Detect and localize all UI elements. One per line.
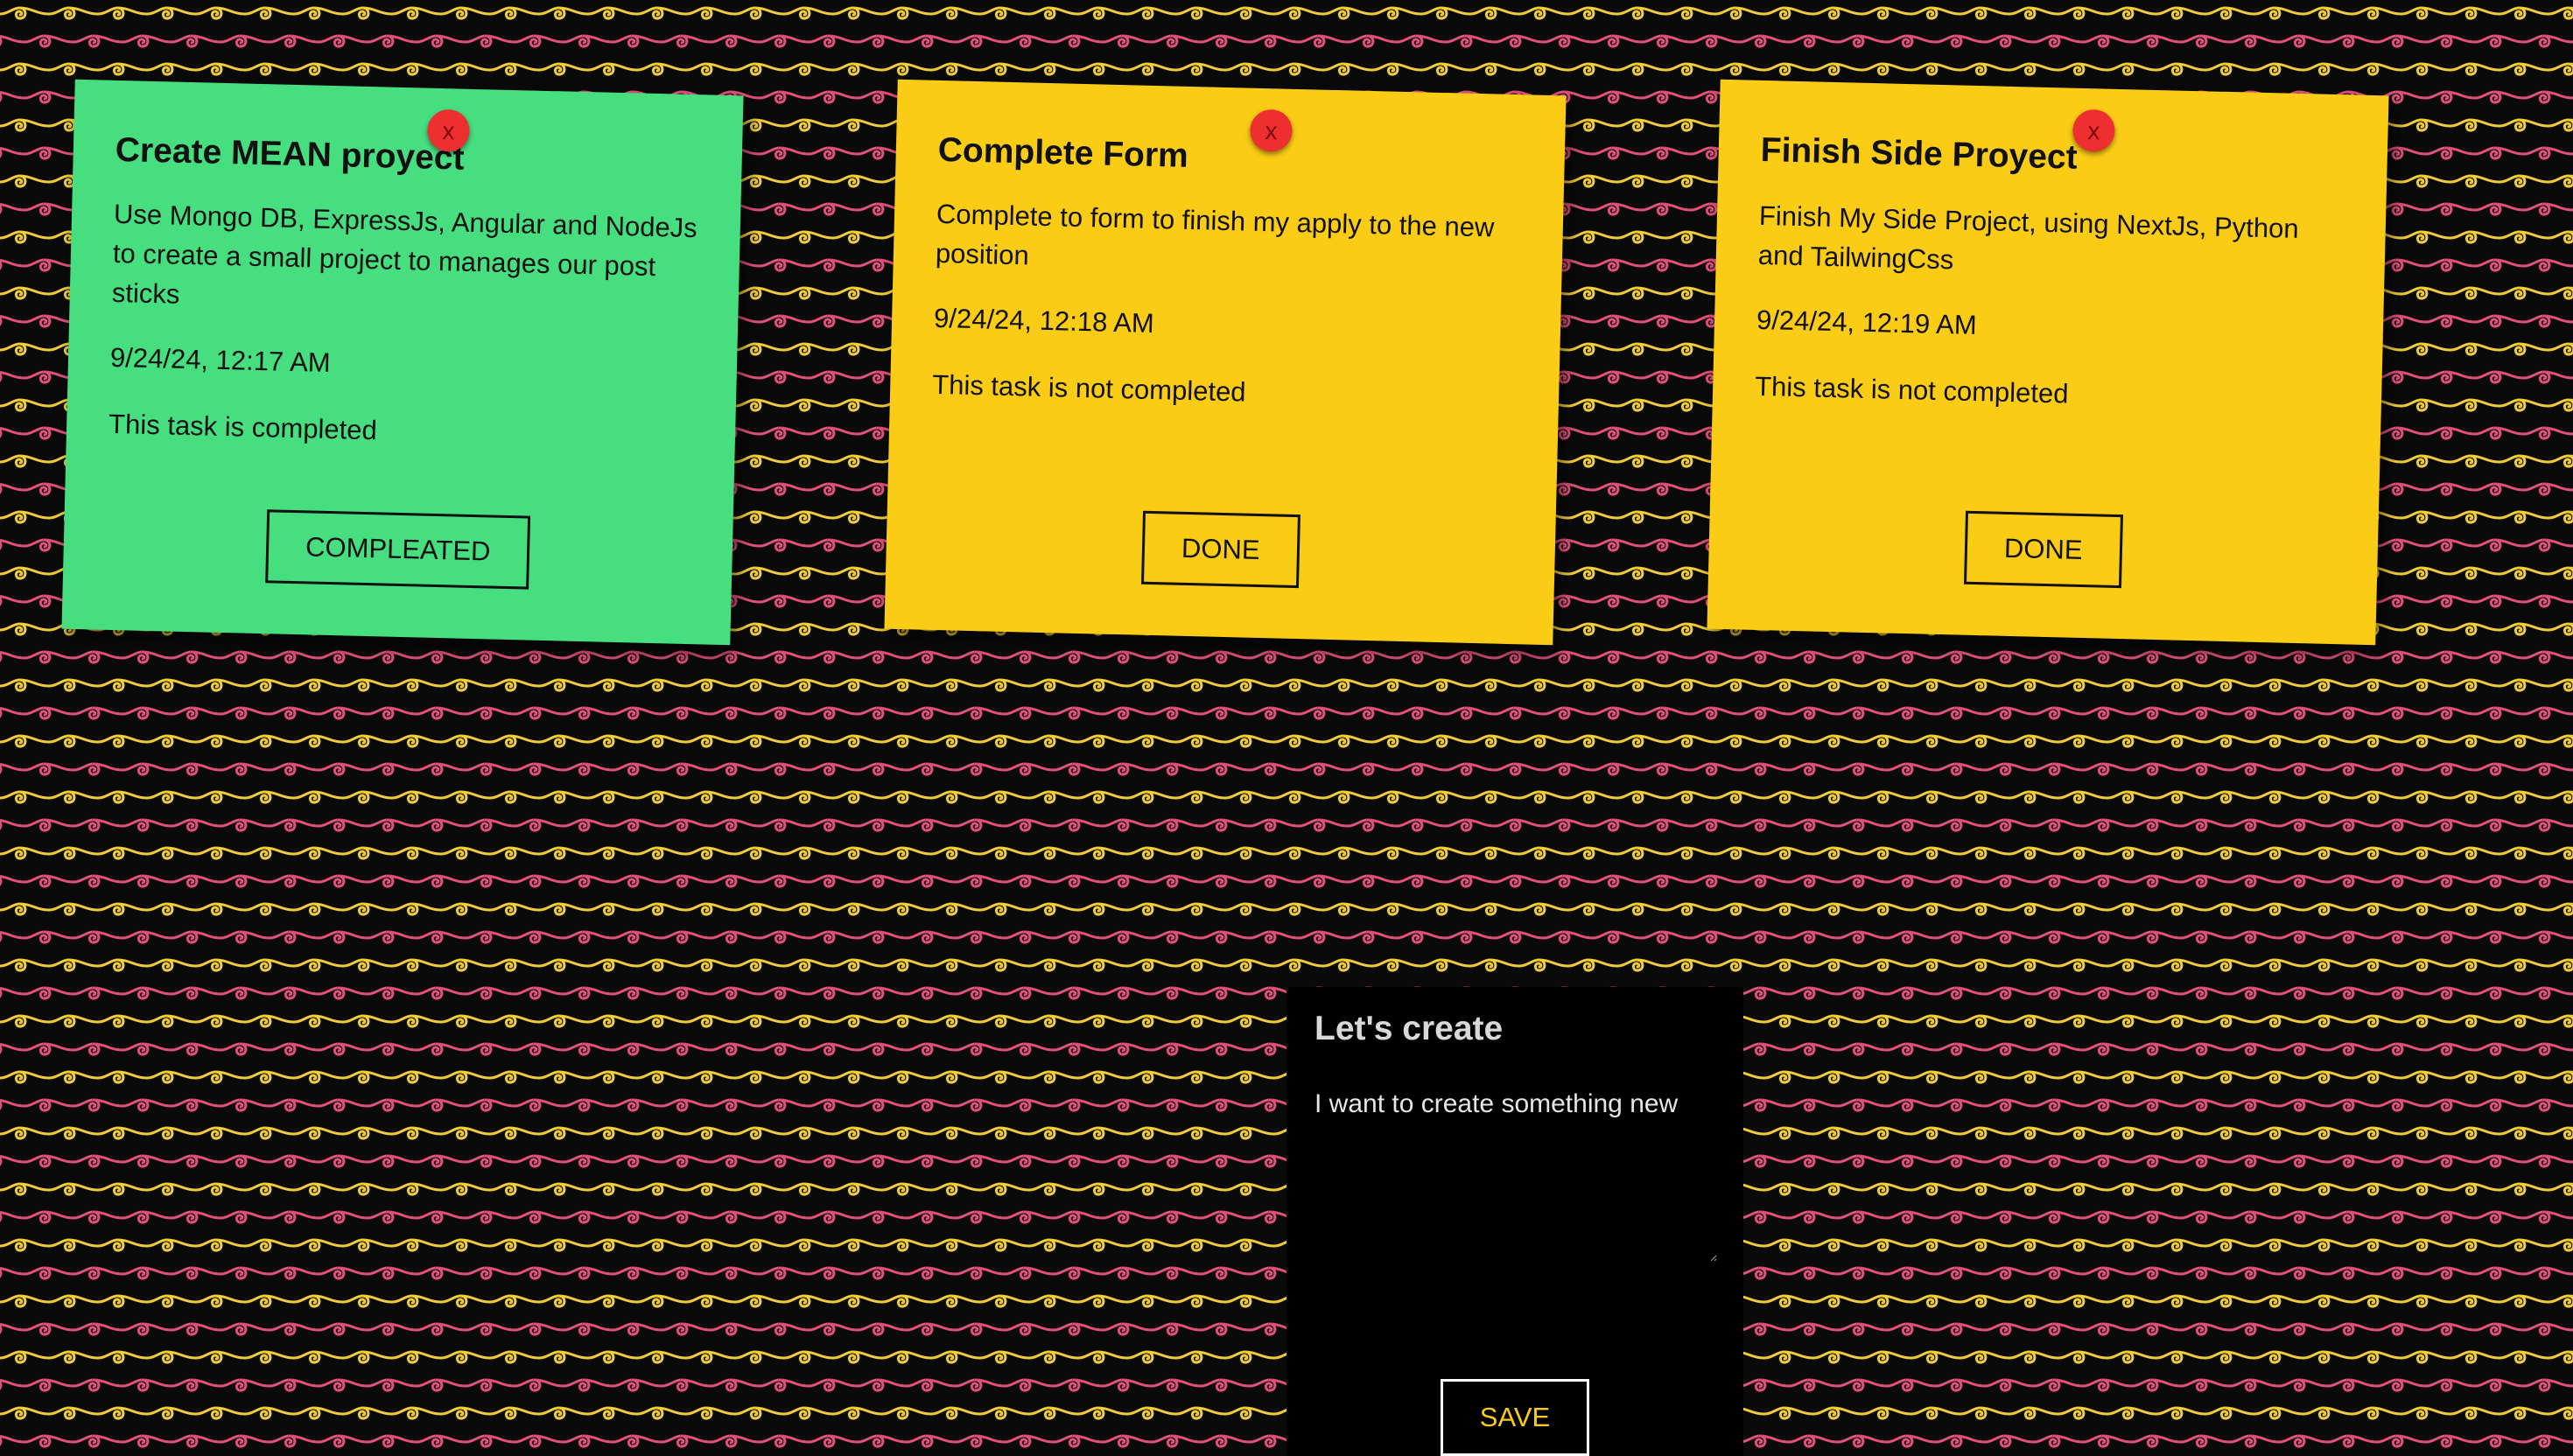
note-status: This task is not completed [931,368,1246,408]
note-description: Complete to form to finish my apply to t… [935,198,1495,271]
sticky-note: x Create MEAN proyect Use Mongo DB, Expr… [61,79,744,646]
note-textarea[interactable]: I want to create something new [1315,1087,1717,1262]
note-title: Create MEAN proyect [115,130,466,178]
create-note-panel: Let's create I want to create something … [1286,987,1743,1456]
save-button[interactable]: SAVE [1441,1379,1589,1456]
completed-button[interactable]: COMPLEATED [265,509,531,590]
sticky-note: x Finish Side Proyect Finish My Side Pro… [1707,79,2389,646]
note-date: 9/24/24, 12:19 AM [1756,304,1978,340]
note-description: Finish My Side Project, using NextJs, Py… [1757,200,2300,276]
note-status: This task is completed [108,408,378,446]
done-button[interactable]: DONE [1963,510,2123,589]
note-title: Finish Side Proyect [1760,130,2079,177]
done-button[interactable]: DONE [1140,510,1301,589]
create-panel-title: Let's create [1315,1010,1504,1047]
note-title: Complete Form [937,130,1189,175]
note-status: This task is not completed [1754,370,2069,410]
note-date: 9/24/24, 12:18 AM [933,302,1155,339]
sticky-note: x Complete Form Complete to form to fini… [884,79,1567,646]
note-description: Use Mongo DB, ExpressJs, Angular and Nod… [111,198,698,310]
note-date: 9/24/24, 12:17 AM [109,341,332,378]
